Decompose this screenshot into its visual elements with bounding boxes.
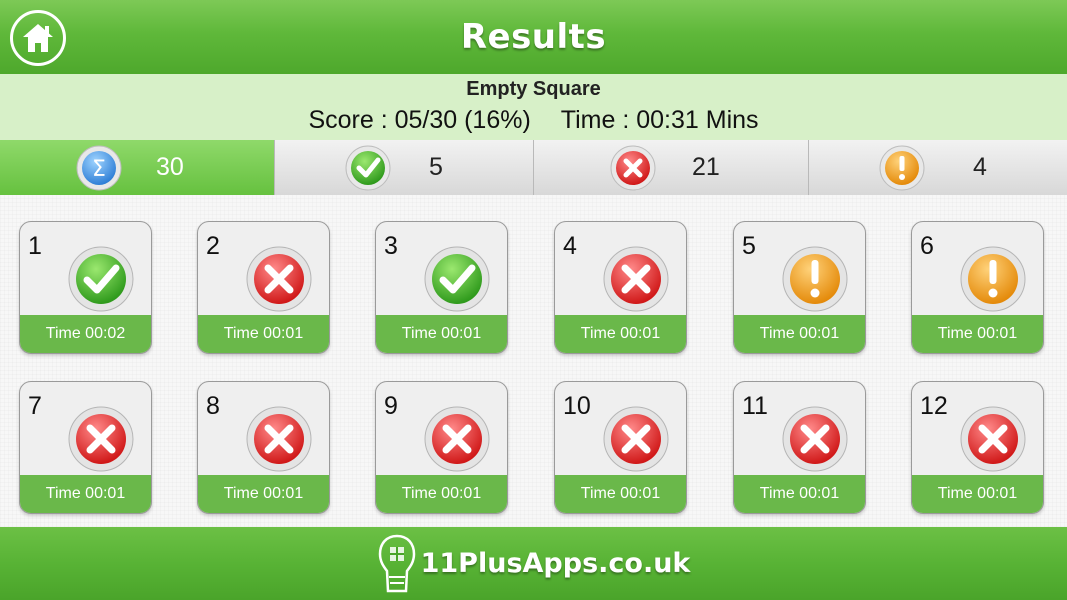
- summary-total-count: 30: [156, 153, 184, 181]
- question-time: Time 00:01: [555, 315, 686, 353]
- question-grid: 1 Time 00:02 2 Time 00:01 3 Time 00:01 4 Time 0…: [0, 195, 1067, 527]
- time-text: Time : 00:31 Mins: [560, 106, 759, 134]
- cross-icon: [960, 406, 1026, 472]
- question-tile[interactable]: 5 Time 00:01: [733, 221, 866, 354]
- question-number: 4: [563, 232, 577, 260]
- cross-icon: [68, 406, 134, 472]
- question-number: 9: [384, 392, 398, 420]
- exclamation-icon: [879, 145, 925, 190]
- summary-correct-tab[interactable]: 5: [274, 140, 533, 195]
- question-number: 11: [742, 392, 768, 420]
- footer-bar: 11PlusApps.co.uk: [0, 527, 1067, 600]
- summary-skipped-tab[interactable]: 4: [808, 140, 1067, 195]
- question-time: Time 00:01: [555, 475, 686, 513]
- score-line: Score : 05/30 (16%) Time : 00:31 Mins: [0, 106, 1067, 135]
- summary-all-tab[interactable]: Σ 30: [0, 140, 274, 195]
- question-number: 12: [920, 392, 948, 420]
- question-time: Time 00:01: [376, 315, 507, 353]
- question-time: Time 00:02: [20, 315, 151, 353]
- question-number: 8: [206, 392, 220, 420]
- question-number: 3: [384, 232, 398, 260]
- question-tile[interactable]: 1 Time 00:02: [19, 221, 152, 354]
- cross-icon: [603, 406, 669, 472]
- question-tile[interactable]: 12 Time 00:01: [911, 381, 1044, 514]
- home-button[interactable]: [10, 10, 66, 66]
- quiz-name: Empty Square: [466, 78, 601, 100]
- home-icon: [23, 24, 53, 52]
- question-time: Time 00:01: [198, 315, 329, 353]
- question-number: 5: [742, 232, 756, 260]
- cross-icon: [246, 246, 312, 312]
- summary-bar: Σ 30 5 21 4: [0, 140, 1067, 195]
- cross-icon: [424, 406, 490, 472]
- question-tile[interactable]: 10 Time 00:01: [554, 381, 687, 514]
- question-time: Time 00:01: [734, 315, 865, 353]
- cross-icon: [246, 406, 312, 472]
- summary-correct-count: 5: [429, 153, 443, 181]
- check-icon: [345, 145, 391, 190]
- cross-icon: [610, 145, 656, 190]
- exclamation-icon: [960, 246, 1026, 312]
- header-bar: Results: [0, 0, 1067, 74]
- question-tile[interactable]: 4 Time 00:01: [554, 221, 687, 354]
- question-time: Time 00:01: [198, 475, 329, 513]
- quiz-info-panel: Empty Square Score : 05/30 (16%) Time : 0…: [0, 74, 1067, 140]
- summary-wrong-count: 21: [692, 153, 720, 181]
- sigma-icon: Σ: [76, 145, 122, 190]
- head-logo-icon: [378, 534, 415, 592]
- check-icon: [68, 246, 134, 312]
- question-number: 6: [920, 232, 934, 260]
- score-text: Score : 05/30 (16%): [308, 106, 531, 134]
- question-tile[interactable]: 9 Time 00:01: [375, 381, 508, 514]
- question-number: 2: [206, 232, 220, 260]
- check-icon: [424, 246, 490, 312]
- question-tile[interactable]: 8 Time 00:01: [197, 381, 330, 514]
- page-title: Results: [460, 17, 607, 57]
- question-tile[interactable]: 6 Time 00:01: [911, 221, 1044, 354]
- question-tile[interactable]: 11 Time 00:01: [733, 381, 866, 514]
- question-tile[interactable]: 7 Time 00:01: [19, 381, 152, 514]
- cross-icon: [782, 406, 848, 472]
- question-time: Time 00:01: [912, 475, 1043, 513]
- question-number: 7: [28, 392, 42, 420]
- svg-text:Σ: Σ: [92, 157, 106, 182]
- question-tile[interactable]: 3 Time 00:01: [375, 221, 508, 354]
- exclamation-icon: [782, 246, 848, 312]
- summary-wrong-tab[interactable]: 21: [533, 140, 808, 195]
- summary-skipped-count: 4: [973, 153, 987, 181]
- brand-text: 11PlusApps.co.uk: [420, 548, 691, 579]
- question-number: 10: [563, 392, 591, 420]
- question-tile[interactable]: 2 Time 00:01: [197, 221, 330, 354]
- question-time: Time 00:01: [734, 475, 865, 513]
- cross-icon: [603, 246, 669, 312]
- question-time: Time 00:01: [20, 475, 151, 513]
- question-time: Time 00:01: [912, 315, 1043, 353]
- question-time: Time 00:01: [376, 475, 507, 513]
- question-number: 1: [28, 232, 42, 260]
